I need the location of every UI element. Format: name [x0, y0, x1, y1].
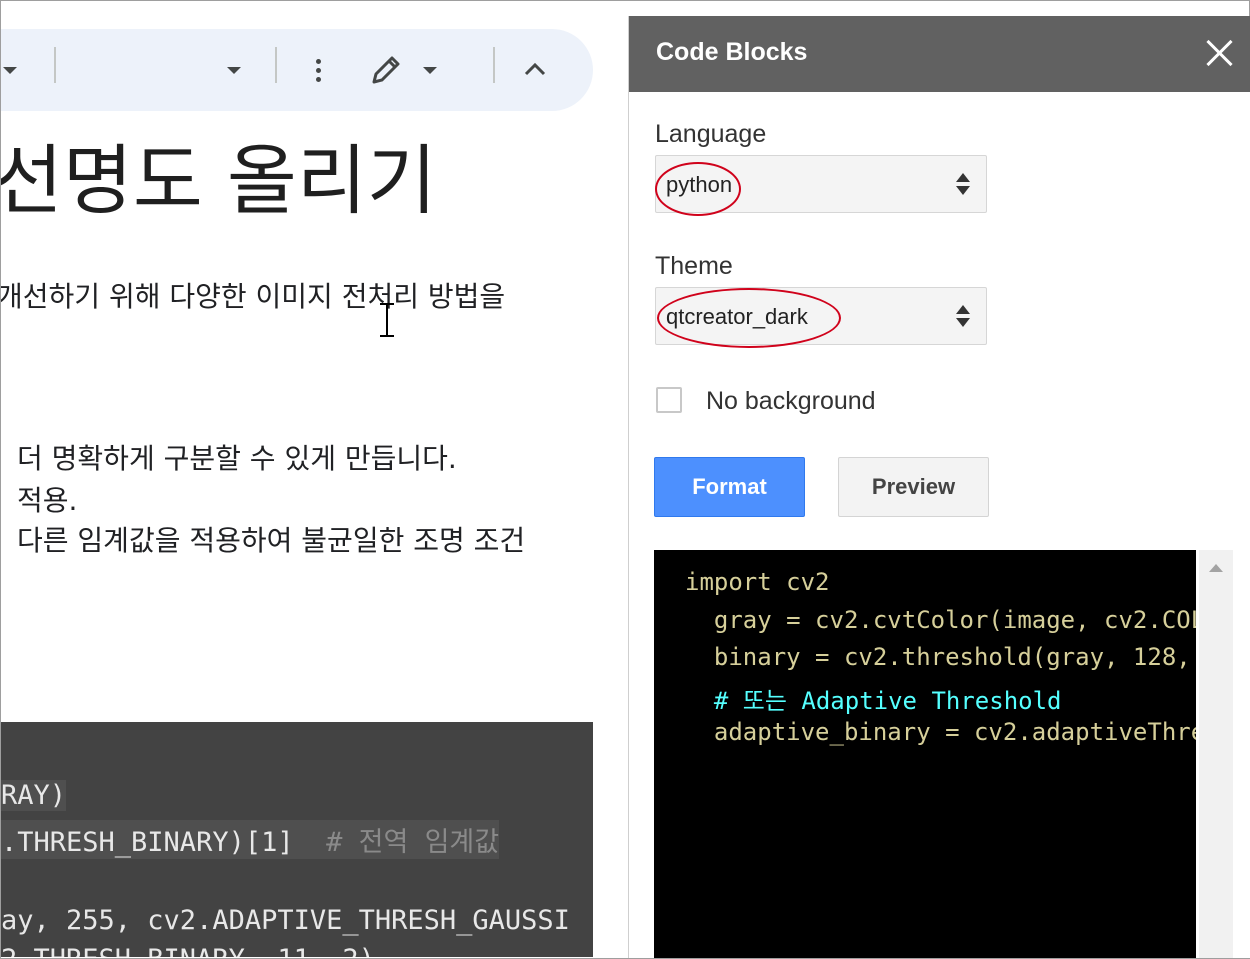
document-paragraph-line: 개선하기 위해 다양한 이미지 전처리 방법을	[1, 280, 506, 313]
scroll-up-arrow-icon[interactable]	[1209, 564, 1223, 572]
toolbar-divider	[493, 47, 495, 83]
no-background-checkbox[interactable]	[656, 387, 682, 413]
text-cursor-icon	[378, 303, 396, 337]
format-button[interactable]: Format	[654, 457, 805, 517]
preview-code-line: adaptive_binary = cv2.adaptiveThreshold(…	[713, 718, 1196, 746]
doc-code-text: .THRESH_BINARY)[1]	[1, 827, 294, 858]
toolbar-style-dropdown-icon[interactable]	[227, 67, 241, 74]
preview-scrollbar[interactable]	[1199, 550, 1233, 958]
chevron-up-icon[interactable]	[523, 61, 547, 77]
doc-code-comment: # 전역 임계값	[326, 827, 500, 858]
doc-code-line: .THRESH_BINARY)[1] # 전역 임계값	[1, 820, 500, 859]
doc-toolbar	[1, 29, 593, 111]
preview-button[interactable]: Preview	[838, 457, 989, 517]
preview-code-line: binary = cv2.threshold(gray, 128, 255, c…	[713, 643, 1191, 671]
preview-code-line: import cv2	[685, 568, 830, 596]
code-blocks-panel: Code Blocks Language python Theme qtcrea…	[628, 16, 1250, 958]
select-arrows-icon	[956, 305, 970, 329]
theme-label: Theme	[655, 252, 733, 280]
document-code-block[interactable]: RAY) .THRESH_BINARY)[1] # 전역 임계값 ay, 255…	[1, 722, 593, 957]
language-label: Language	[655, 120, 767, 148]
document-area: 선명도 올리기 개선하기 위해 다양한 이미지 전처리 방법을 더 명확하게 구…	[1, 1, 593, 957]
document-paragraph-line: 다른 임계값을 적용하여 불균일한 조명 조건	[17, 524, 526, 557]
no-background-label[interactable]: No background	[706, 387, 876, 416]
doc-code-line: ay, 255, cv2.ADAPTIVE_THRESH_GAUSSI	[1, 905, 570, 936]
document-paragraph-line: 적용.	[17, 484, 78, 517]
document-heading: 선명도 올리기	[1, 136, 437, 225]
annotation-circle-language	[655, 162, 741, 216]
preview-code-comment: # 또는 Adaptive Threshold	[685, 687, 1062, 715]
code-preview: import cv2 gray = cv2.cvtColor(image, cv…	[654, 550, 1196, 958]
toolbar-divider	[54, 47, 56, 83]
document-paragraph-line: 더 명확하게 구분할 수 있게 만듭니다.	[17, 442, 457, 475]
pencil-icon[interactable]	[369, 53, 403, 87]
panel-header: Code Blocks	[629, 16, 1250, 92]
panel-title: Code Blocks	[656, 38, 808, 66]
annotation-circle-theme	[657, 288, 841, 348]
close-icon[interactable]	[1205, 38, 1235, 68]
pencil-mode-caret-icon[interactable]	[423, 67, 437, 74]
toolbar-dropdown-caret-icon[interactable]	[3, 67, 17, 74]
doc-code-line: RAY)	[1, 780, 67, 811]
kebab-menu-icon[interactable]	[316, 59, 322, 85]
preview-code-line: gray = cv2.cvtColor(image, cv2.COLOR_BGR…	[713, 606, 1196, 634]
toolbar-divider	[275, 47, 277, 83]
select-arrows-icon	[956, 173, 970, 197]
doc-code-line: 2.THRESH_BINARY, 11, 2)	[1, 944, 375, 957]
